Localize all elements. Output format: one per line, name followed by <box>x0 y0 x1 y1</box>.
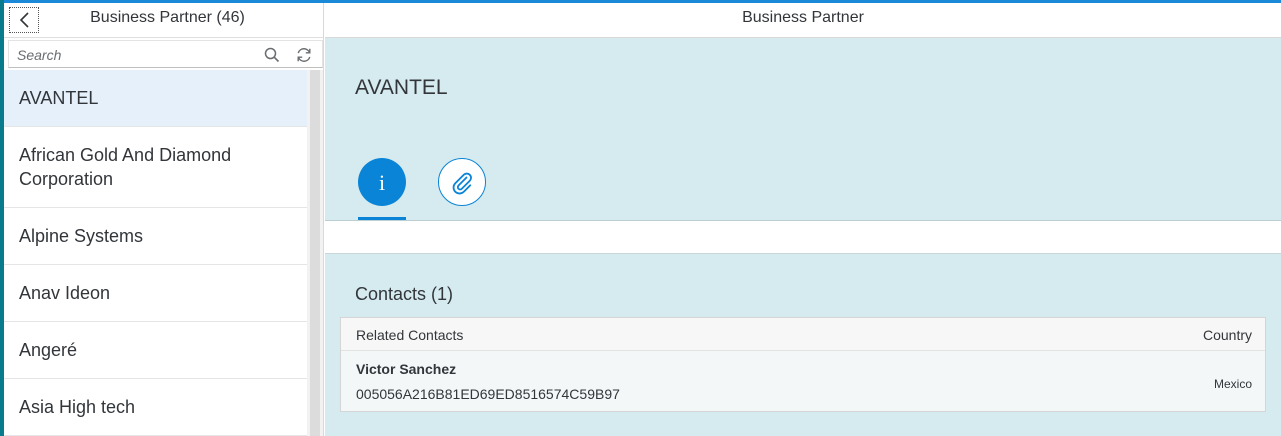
master-title: Business Partner (46) <box>90 9 245 26</box>
search-icon[interactable] <box>263 46 281 64</box>
contact-country: Mexico <box>1213 377 1252 391</box>
list-item-label: African Gold And Diamond Corporation <box>19 145 232 189</box>
master-pane: Business Partner (46) AVANTEL African Go… <box>4 3 324 436</box>
back-button[interactable] <box>9 7 39 33</box>
list-item[interactable]: Asia High tech <box>4 379 307 436</box>
table-header: Related Contacts Country <box>341 318 1265 351</box>
list-item[interactable]: Angeré <box>4 322 307 379</box>
list-item-label: Alpine Systems <box>19 226 144 246</box>
tab-info[interactable]: i <box>358 158 406 206</box>
table-row[interactable]: Victor Sanchez 005056A216B81ED69ED851657… <box>341 351 1265 411</box>
list-item-label: Angeré <box>19 340 78 360</box>
list-item[interactable]: Alpine Systems <box>4 208 307 265</box>
master-header: Business Partner (46) <box>4 3 323 38</box>
detail-header-title: Business Partner <box>325 3 1281 38</box>
column-header-related-contacts: Related Contacts <box>356 327 464 343</box>
partner-list: AVANTEL African Gold And Diamond Corpora… <box>4 70 307 436</box>
chevron-left-icon <box>19 12 29 28</box>
svg-text:i: i <box>379 170 385 194</box>
contacts-section-title: Contacts (1) <box>355 284 454 304</box>
scrollbar-thumb[interactable] <box>310 70 320 436</box>
list-item-label: AVANTEL <box>19 88 99 108</box>
tab-attachments[interactable] <box>438 158 486 206</box>
contacts-table: Related Contacts Country Victor Sanchez … <box>340 317 1266 412</box>
column-header-country: Country <box>1202 327 1252 343</box>
info-icon: i <box>379 170 385 194</box>
list-item-label: Anav Ideon <box>19 283 111 303</box>
contact-id: 005056A216B81ED69ED8516574C59B97 <box>356 386 620 402</box>
detail-pane: Business Partner AVANTEL i Contacts (1) … <box>325 3 1281 436</box>
list-item-label: Asia High tech <box>19 397 136 417</box>
list-item[interactable]: AVANTEL <box>4 70 307 127</box>
paperclip-icon <box>452 172 472 195</box>
list-item[interactable]: Anav Ideon <box>4 265 307 322</box>
content-strip <box>325 221 1281 254</box>
list-item[interactable]: African Gold And Diamond Corporation <box>4 127 307 208</box>
search-input[interactable] <box>17 45 247 65</box>
refresh-icon[interactable] <box>295 46 313 64</box>
contact-name: Victor Sanchez <box>356 361 457 377</box>
object-title: AVANTEL <box>355 76 448 99</box>
search-bar <box>8 40 323 68</box>
list-scrollbar[interactable] <box>307 70 323 436</box>
